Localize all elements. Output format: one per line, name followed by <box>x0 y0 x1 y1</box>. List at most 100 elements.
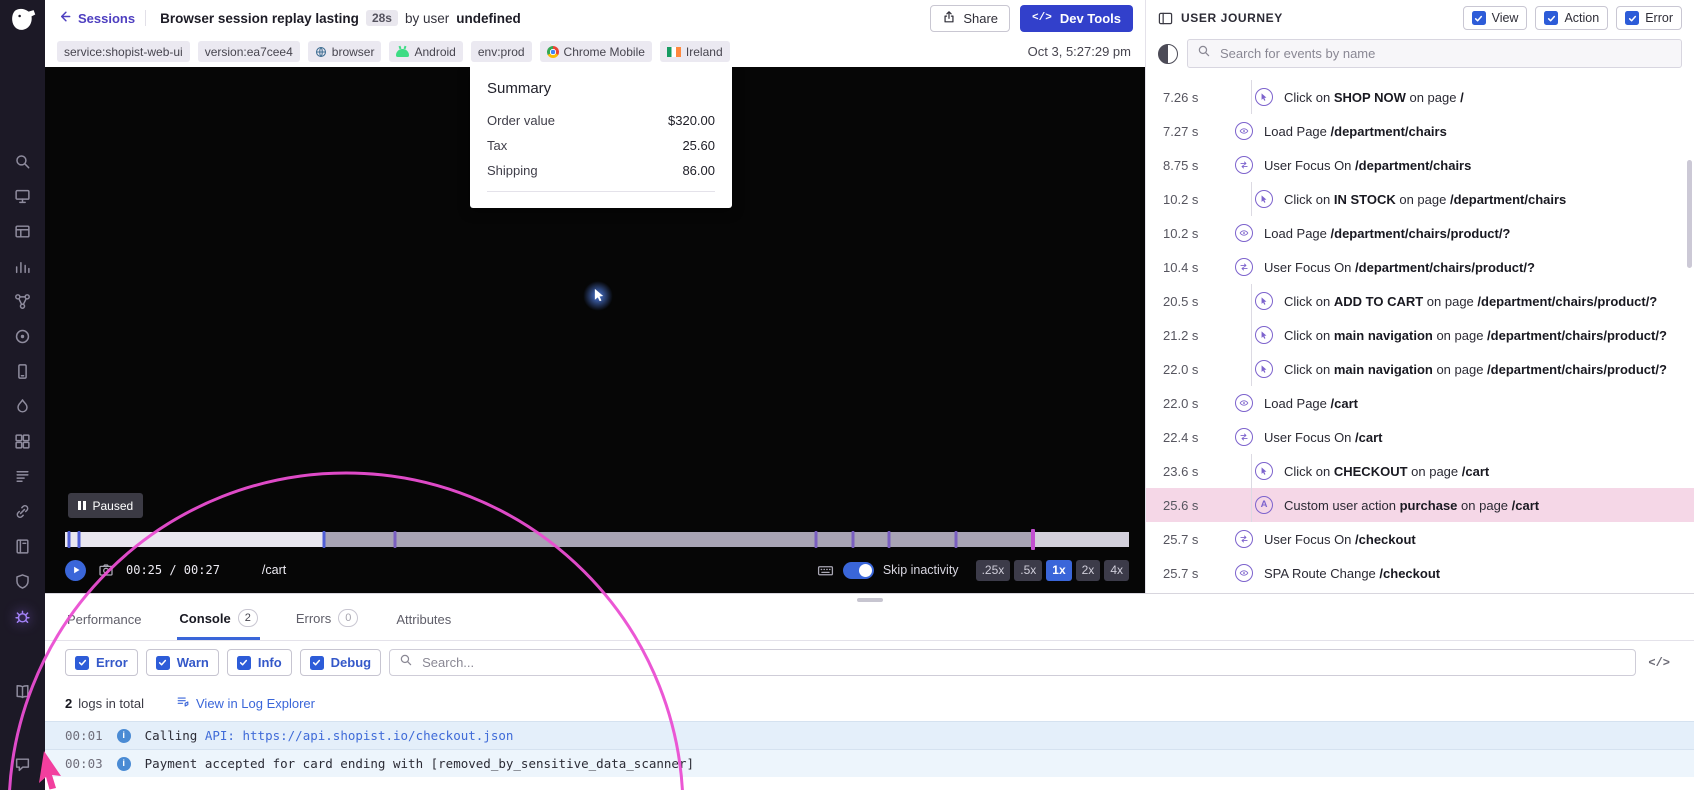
journey-event-row[interactable]: 25.7 sSPA Route Change /checkout <box>1146 556 1694 590</box>
play-button[interactable] <box>65 560 86 581</box>
console-filter-info[interactable]: Info <box>227 649 292 676</box>
journey-event-row[interactable]: 25.6 sACustom user action purchase on pa… <box>1146 488 1694 522</box>
console-search-input[interactable] <box>420 654 1626 671</box>
log-link[interactable]: API: https://api.shopist.io/checkout.jso… <box>205 728 514 743</box>
scrollbar-thumb[interactable] <box>1687 160 1692 268</box>
log-explorer-icon <box>176 695 190 712</box>
checkbox-checked-icon[interactable] <box>156 656 170 670</box>
speed-.5x-button[interactable]: .5x <box>1014 560 1042 581</box>
journey-event-row[interactable]: 20.5 sClick on ADD TO CART on page /depa… <box>1146 284 1694 318</box>
filter-label: Debug <box>331 655 371 670</box>
share-button[interactable]: Share <box>930 5 1010 32</box>
checkbox-checked-icon[interactable] <box>1625 11 1639 25</box>
journey-event-row[interactable]: 22.0 sLoad Page /cart <box>1146 386 1694 420</box>
speed-2x-button[interactable]: 2x <box>1076 560 1101 581</box>
code-view-icon[interactable]: </> <box>1644 656 1674 670</box>
journey-event-row[interactable]: 25.7 sUser Focus On /checkout <box>1146 522 1694 556</box>
tag-country[interactable]: Ireland <box>660 41 730 62</box>
journey-event-row[interactable]: 10.2 sClick on IN STOCK on page /departm… <box>1146 182 1694 216</box>
sidebar-metrics-icon[interactable] <box>10 254 36 280</box>
collapse-panel-icon[interactable] <box>1158 11 1173 26</box>
journey-event-row[interactable]: 8.75 sUser Focus On /department/chairs <box>1146 148 1694 182</box>
sidebar-session-replay-icon[interactable] <box>10 604 36 630</box>
sidebar-network-icon[interactable] <box>10 289 36 315</box>
sidebar-security-icon[interactable] <box>10 569 36 595</box>
sidebar-notebooks-icon[interactable] <box>10 534 36 560</box>
sidebar-host-map-icon[interactable] <box>10 184 36 210</box>
journey-search-input[interactable] <box>1218 45 1672 62</box>
playhead-marker[interactable] <box>1031 529 1035 550</box>
tag-os[interactable]: Android <box>389 41 462 62</box>
journey-event-row[interactable]: 10.4 sUser Focus On /department/chairs/p… <box>1146 250 1694 284</box>
checkbox-checked-icon[interactable] <box>1472 11 1486 25</box>
screenshot-icon[interactable] <box>98 562 114 578</box>
event-marker[interactable] <box>322 531 325 548</box>
view-in-log-explorer-link[interactable]: View in Log Explorer <box>176 695 315 712</box>
speed-4x-button[interactable]: 4x <box>1104 560 1129 581</box>
checkbox-checked-icon[interactable] <box>237 656 251 670</box>
panel-resize-handle[interactable] <box>857 598 883 602</box>
console-search[interactable] <box>389 649 1636 676</box>
sidebar-logs-icon[interactable] <box>10 464 36 490</box>
paused-badge: Paused <box>68 493 143 518</box>
event-marker[interactable] <box>815 531 818 548</box>
journey-toggle-view[interactable]: View <box>1463 6 1528 30</box>
console-filter-debug[interactable]: Debug <box>300 649 381 676</box>
checkbox-checked-icon[interactable] <box>1544 11 1558 25</box>
speed-.25x-button[interactable]: .25x <box>976 560 1011 581</box>
event-marker[interactable] <box>954 531 957 548</box>
event-marker[interactable] <box>887 531 890 548</box>
sidebar-docs-icon[interactable] <box>10 679 36 705</box>
user-name: undefined <box>456 11 521 26</box>
journey-event-row[interactable]: 23.6 sClick on CHECKOUT on page /cart <box>1146 454 1694 488</box>
journey-event-row[interactable]: 22.0 sClick on main navigation on page /… <box>1146 352 1694 386</box>
speed-1x-button[interactable]: 1x <box>1046 560 1071 581</box>
tab-performance[interactable]: Performance <box>65 612 143 640</box>
event-marker[interactable] <box>68 531 71 548</box>
sidebar-synthetics-icon[interactable] <box>10 324 36 350</box>
back-to-sessions-link[interactable]: Sessions <box>57 9 135 27</box>
journey-event-row[interactable]: 7.26 sClick on SHOP NOW on page / <box>1146 80 1694 114</box>
timeline-scrubber[interactable] <box>65 532 1129 547</box>
sidebar-integrations-icon[interactable] <box>10 499 36 525</box>
timeline-density-icon[interactable] <box>1158 44 1178 64</box>
tab-attributes[interactable]: Attributes <box>394 612 453 640</box>
skip-inactivity-toggle[interactable] <box>843 562 874 579</box>
checkbox-checked-icon[interactable] <box>310 656 324 670</box>
console-log-row[interactable]: 00:01iCalling API: https://api.shopist.i… <box>45 721 1694 749</box>
event-marker[interactable] <box>393 531 396 548</box>
event-timestamp: 22.4 s <box>1146 430 1235 445</box>
journey-toggle-error[interactable]: Error <box>1616 6 1682 30</box>
tag-browser[interactable]: browser <box>308 41 382 62</box>
event-marker[interactable] <box>852 531 855 548</box>
console-log-row[interactable]: 00:03iPayment accepted for card ending w… <box>45 749 1694 777</box>
tab-errors[interactable]: Errors0 <box>294 609 361 640</box>
journey-search[interactable] <box>1187 39 1682 68</box>
sidebar-search-icon[interactable] <box>10 149 36 175</box>
session-datetime: Oct 3, 5:27:29 pm <box>1028 44 1131 59</box>
console-filter-warn[interactable]: Warn <box>146 649 219 676</box>
tag-device[interactable]: Chrome Mobile <box>540 41 652 62</box>
sidebar-mobile-rum-icon[interactable] <box>10 359 36 385</box>
tag-version[interactable]: version:ea7cee4 <box>198 41 300 62</box>
tag-service[interactable]: service:shopist-web-ui <box>57 41 190 62</box>
journey-event-row[interactable]: 22.4 sUser Focus On /cart <box>1146 420 1694 454</box>
datadog-logo[interactable] <box>8 6 38 36</box>
replay-viewport[interactable]: Summary Order value$320.00Tax25.60Shippi… <box>45 67 1145 593</box>
journey-event-row[interactable]: 21.2 sClick on main navigation on page /… <box>1146 318 1694 352</box>
sidebar-feedback-icon[interactable] <box>10 752 36 778</box>
checkbox-checked-icon[interactable] <box>75 656 89 670</box>
tag-env[interactable]: env:prod <box>471 41 532 62</box>
journey-toggle-action[interactable]: Action <box>1535 6 1608 30</box>
tree-connector <box>1251 352 1252 386</box>
dev-tools-button[interactable]: </> Dev Tools <box>1020 5 1133 32</box>
journey-event-row[interactable]: 7.27 sLoad Page /department/chairs <box>1146 114 1694 148</box>
tab-console[interactable]: Console2 <box>177 609 259 640</box>
event-marker[interactable] <box>77 531 80 548</box>
sidebar-apm-icon[interactable] <box>10 394 36 420</box>
journey-event-row[interactable]: 10.2 sLoad Page /department/chairs/produ… <box>1146 216 1694 250</box>
sidebar-tables-icon[interactable] <box>10 219 36 245</box>
console-filter-error[interactable]: Error <box>65 649 138 676</box>
keyboard-shortcuts-icon[interactable] <box>817 562 834 579</box>
sidebar-infrastructure-icon[interactable] <box>10 429 36 455</box>
